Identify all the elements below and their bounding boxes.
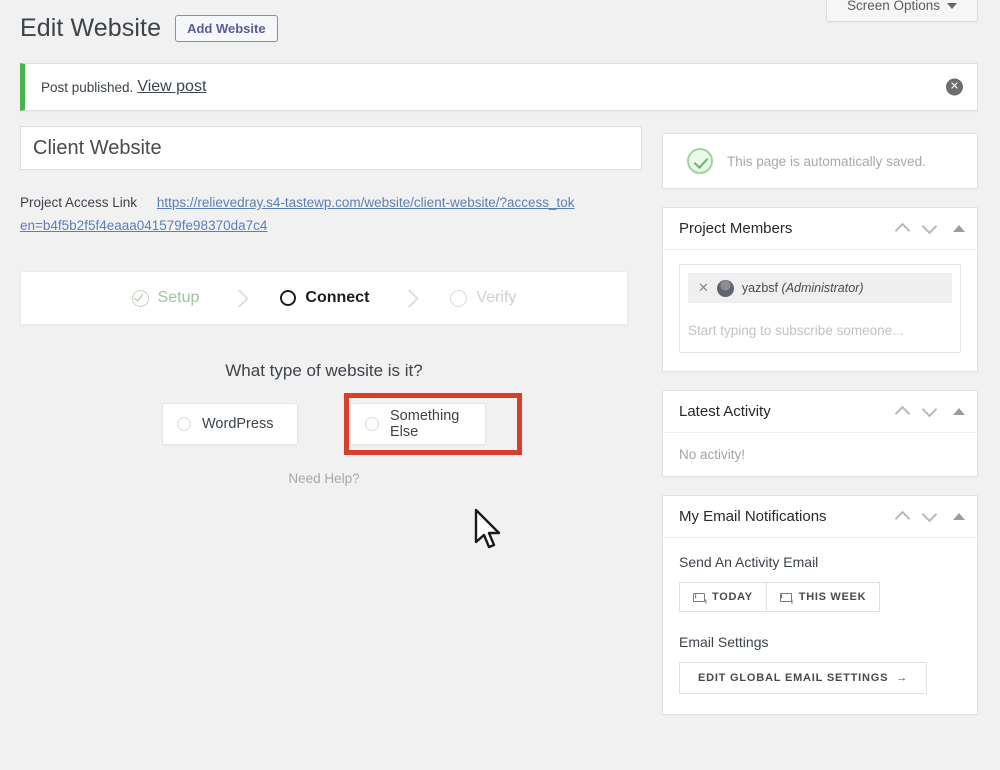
screen-options-label: Screen Options [846, 0, 941, 13]
website-type-options: WordPress Something Else [20, 393, 628, 456]
project-access-link-label: Project Access Link [20, 195, 138, 210]
activity-email-buttons: TODAY THIS WEEK [679, 582, 961, 612]
edit-global-email-settings-button[interactable]: EDIT GLOBAL EMAIL SETTINGS → [679, 662, 927, 694]
step-verify-label: Verify [476, 289, 517, 307]
main-content: Project Access Link https://relievedray.… [20, 126, 642, 486]
page-header: Edit Website Add Website [20, 14, 278, 43]
send-this-week-button[interactable]: THIS WEEK [766, 582, 881, 612]
need-help-link[interactable]: Need Help? [20, 471, 628, 486]
project-members-field[interactable]: ✕ yazbsf (Administrator) Start typing to… [679, 264, 961, 353]
mouse-pointer-icon [474, 508, 501, 549]
chevron-up-icon[interactable] [894, 405, 911, 422]
envelope-icon [693, 592, 705, 602]
autosave-panel: This page is automatically saved. [662, 133, 978, 189]
member-chip[interactable]: ✕ yazbsf (Administrator) [688, 273, 952, 303]
check-circle-icon [131, 289, 149, 307]
step-verify[interactable]: Verify [436, 289, 530, 307]
email-settings-label: Email Settings [679, 634, 769, 650]
autosave-text: This page is automatically saved. [727, 153, 926, 169]
edit-global-email-settings-label: EDIT GLOBAL EMAIL SETTINGS [697, 672, 889, 684]
email-notifications-header: My Email Notifications [663, 496, 977, 538]
notice-post-published: Post published. View post ✕ [20, 63, 978, 111]
project-members-panel: Project Members ✕ yazbsf (Administrator)… [662, 207, 978, 372]
arrow-right-icon: → [896, 672, 909, 684]
email-notifications-title: My Email Notifications [679, 508, 827, 525]
step-setup-label: Setup [157, 289, 200, 307]
subscribe-input-placeholder[interactable]: Start typing to subscribe someone... [688, 323, 952, 338]
circle-icon [450, 289, 468, 307]
chevron-down-icon[interactable] [921, 218, 938, 235]
chevron-down-icon[interactable] [921, 401, 938, 418]
notice-text: Post published. [41, 79, 134, 95]
send-today-label: TODAY [712, 591, 753, 603]
triangle-toggle-icon[interactable] [953, 225, 965, 232]
step-connect-label: Connect [305, 289, 370, 307]
sidebar: This page is automatically saved. Projec… [662, 133, 978, 733]
latest-activity-panel: Latest Activity No activity! [662, 390, 978, 477]
project-members-header: Project Members [663, 208, 977, 250]
radio-wordpress[interactable] [177, 417, 191, 432]
latest-activity-header: Latest Activity [663, 391, 977, 433]
latest-activity-title: Latest Activity [679, 403, 771, 420]
latest-activity-empty-text: No activity! [679, 447, 746, 462]
step-setup[interactable]: Setup [118, 289, 214, 307]
email-notifications-panel: My Email Notifications Send An Activity … [662, 495, 978, 715]
caret-down-icon [947, 2, 958, 9]
chevron-up-icon[interactable] [894, 222, 911, 239]
option-wordpress[interactable]: WordPress [162, 403, 298, 446]
wizard-steps: Setup Connect Verify [20, 271, 628, 326]
step-separator-icon [400, 289, 420, 308]
email-notifications-body: Send An Activity Email TODAY THIS WEEK E… [663, 538, 977, 714]
member-name: yazbsf (Administrator) [741, 281, 864, 295]
option-something-else[interactable]: Something Else [350, 403, 486, 446]
triangle-toggle-icon[interactable] [953, 408, 965, 415]
page-title: Edit Website [20, 14, 162, 42]
avatar-icon [716, 279, 734, 297]
add-website-button[interactable]: Add Website [175, 14, 278, 43]
project-access-link-row: Project Access Link https://relievedray.… [20, 192, 580, 237]
check-circle-icon [687, 148, 713, 174]
project-members-title: Project Members [679, 220, 793, 237]
chevron-down-icon[interactable] [921, 506, 938, 523]
triangle-toggle-icon[interactable] [953, 513, 965, 520]
send-today-button[interactable]: TODAY [679, 582, 767, 612]
send-activity-email-label: Send An Activity Email [679, 554, 819, 570]
close-icon[interactable]: ✕ [946, 78, 963, 96]
view-post-link[interactable]: View post [137, 78, 206, 96]
send-this-week-label: THIS WEEK [798, 591, 867, 603]
step-connect[interactable]: Connect [266, 289, 383, 307]
radio-something-else[interactable] [365, 417, 379, 432]
option-something-else-label: Something Else [390, 408, 460, 441]
chevron-up-icon[interactable] [894, 510, 911, 527]
circle-icon [280, 290, 297, 307]
close-icon[interactable]: ✕ [698, 280, 709, 296]
screen-options-button[interactable]: Screen Options [826, 0, 978, 22]
step-separator-icon [230, 289, 250, 308]
envelope-icon [779, 592, 792, 602]
title-input[interactable] [20, 126, 642, 170]
page-root: Screen Options Edit Website Add Website … [0, 0, 1000, 770]
website-type-question: What type of website is it? [225, 361, 423, 381]
project-members-body: ✕ yazbsf (Administrator) Start typing to… [663, 250, 977, 371]
option-wordpress-label: WordPress [202, 416, 274, 433]
